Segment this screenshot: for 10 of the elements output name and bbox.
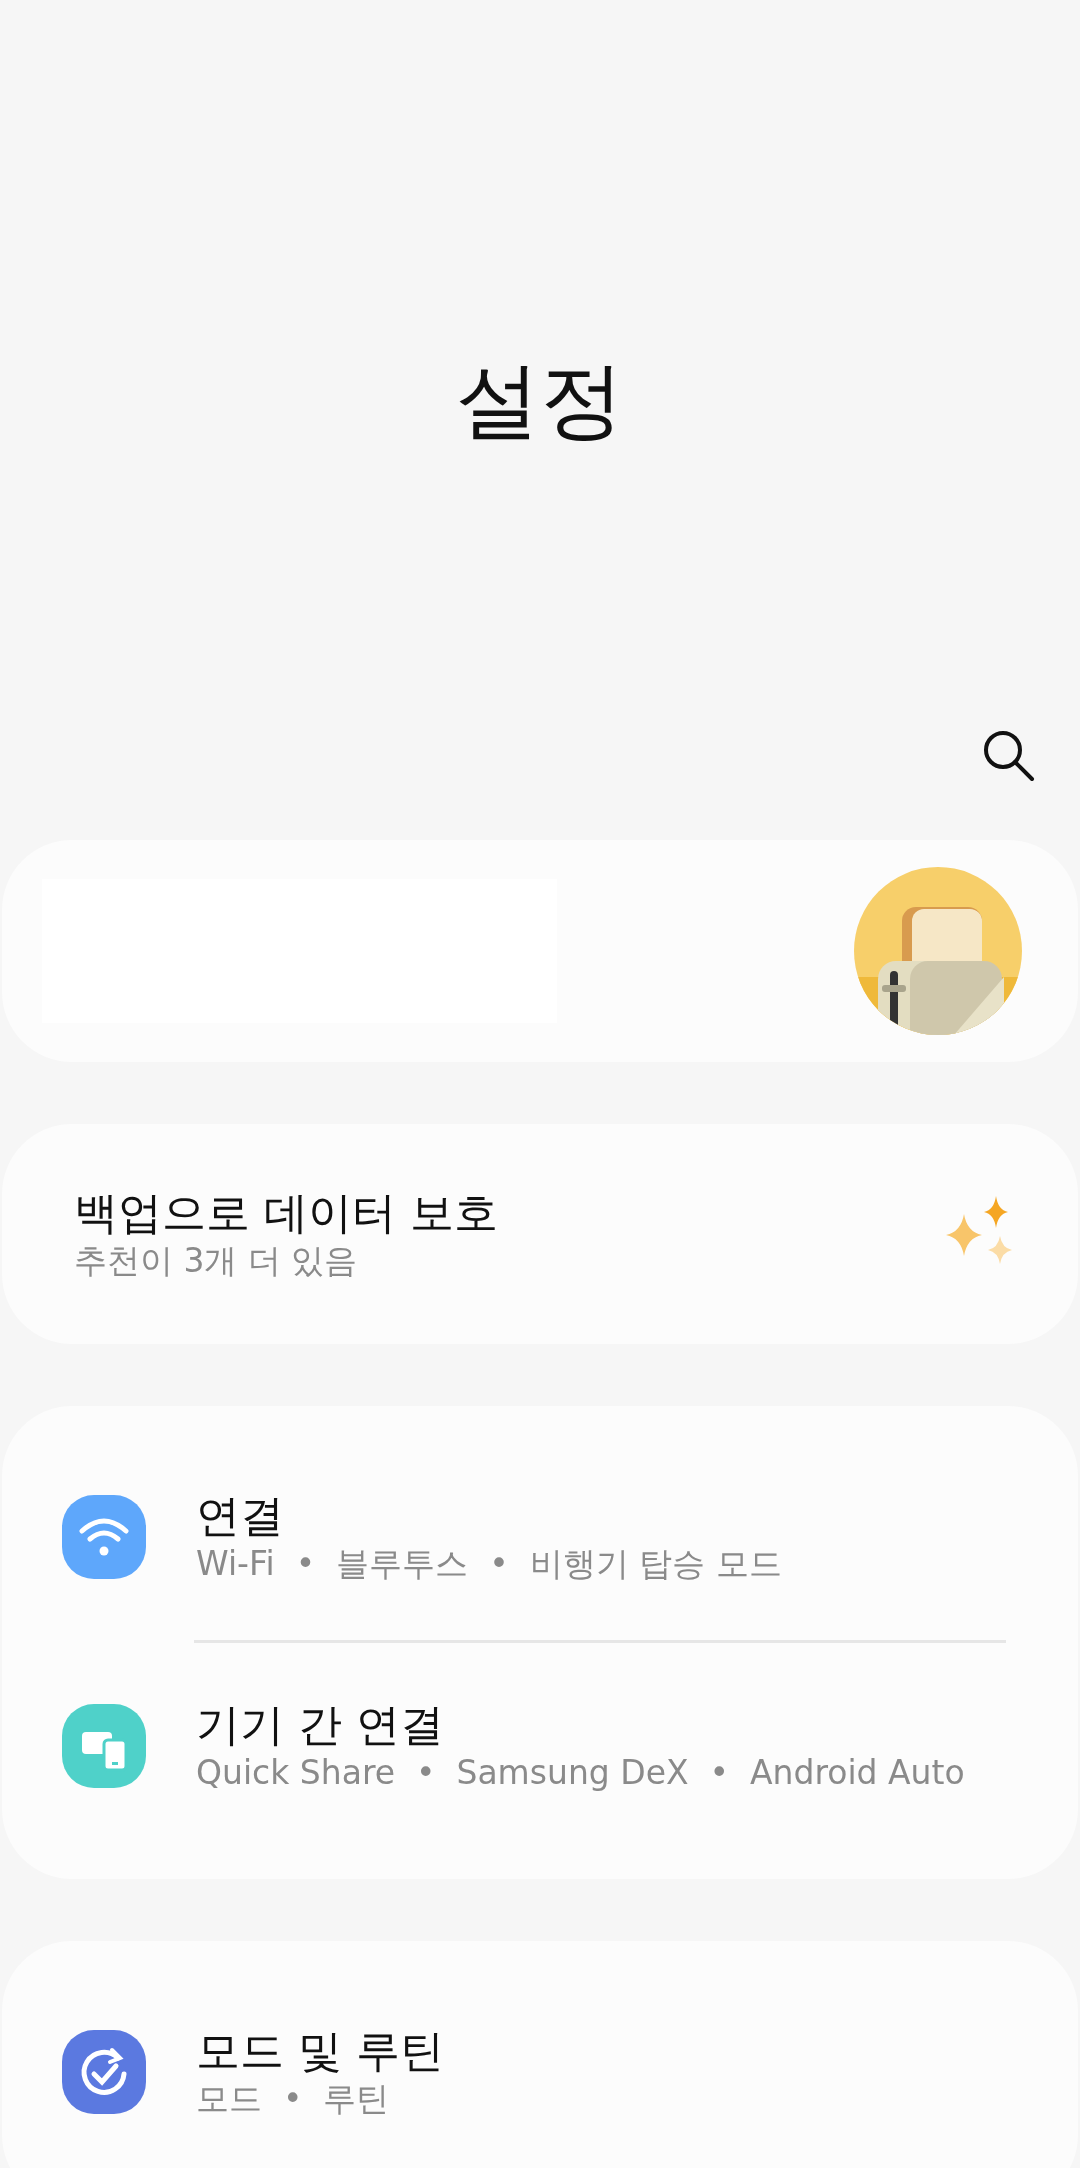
- page-title: 설정: [456, 350, 624, 451]
- setting-title[interactable]: 기기 간 연결: [196, 1697, 965, 1753]
- setting-title[interactable]: 모드 및 루틴: [196, 2023, 444, 2079]
- setting-title[interactable]: 연결: [196, 1488, 782, 1544]
- setting-subtitle: 모드 • 루틴: [196, 2078, 391, 2121]
- suggestion-subtitle: 추천이 3개 더 있음: [74, 1240, 359, 1283]
- suggestion-card[interactable]: 백업으로 데이터 보호 추천이 3개 더 있음: [2, 1124, 1078, 1344]
- setting-subtitle: Wi-Fi • 블루투스 • 비행기 탑승 모드: [196, 1543, 782, 1586]
- suggestion-title: 백업으로 데이터 보호: [74, 1186, 498, 1241]
- setting-subtitle: Quick Share • Samsung DeX • Android Auto: [196, 1752, 965, 1795]
